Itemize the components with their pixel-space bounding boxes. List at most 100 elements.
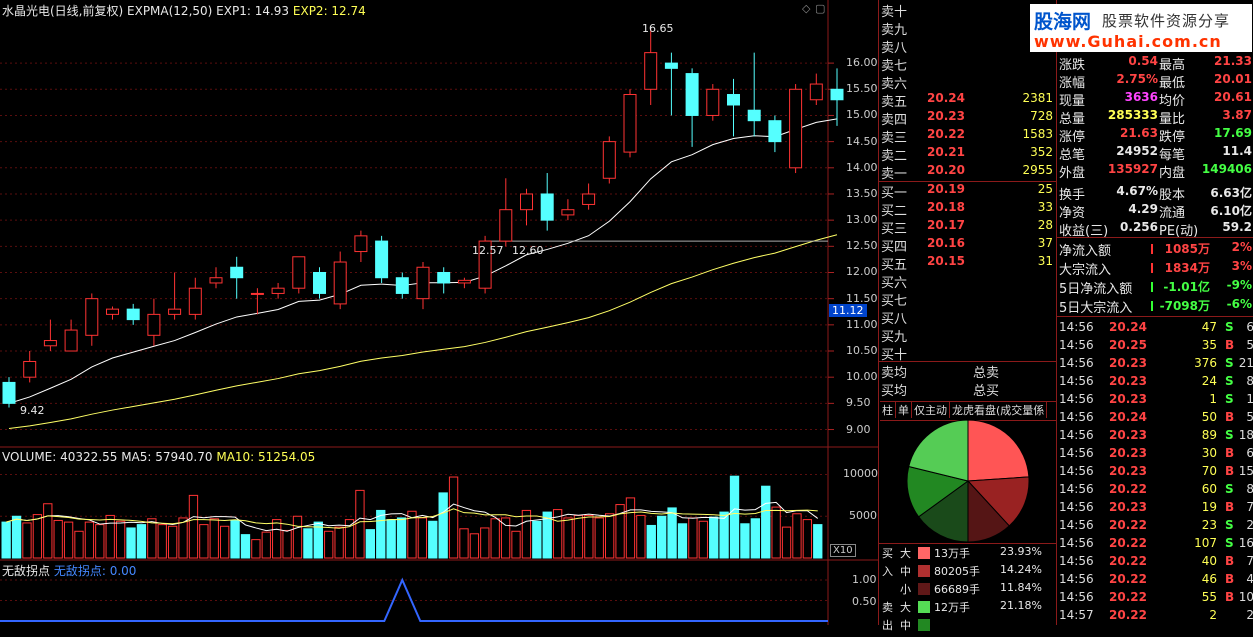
volume-bar-down: [136, 524, 147, 559]
candle-down: [540, 193, 554, 221]
sells-label: 卖三: [881, 131, 908, 146]
buys-row: 买二 20.18 33: [881, 200, 1055, 219]
tick-row[interactable]: 14:56 20.23 1 S 1: [1059, 392, 1253, 410]
tick-time: 14:56: [1059, 554, 1094, 568]
volume-bar-up: [272, 519, 282, 559]
sells-row: 卖五 20.24 2381: [881, 91, 1055, 110]
buys-price: 20.17: [927, 218, 965, 232]
tick-time: 14:57: [1059, 608, 1094, 622]
volume-bar-up: [63, 521, 74, 559]
volume-bar-up: [43, 503, 53, 559]
tick-row[interactable]: 14:56 20.24 47 S 6: [1059, 320, 1253, 338]
candle-up: [809, 83, 823, 101]
tick-row[interactable]: 14:56 20.24 50 B 5: [1059, 410, 1253, 428]
tick-count: 4: [1246, 572, 1253, 586]
flow-swatch: [918, 619, 930, 631]
pie-slice: [967, 419, 1030, 482]
site-logo[interactable]: 股海网 股票软件资源分享 www.Guhai.com.cn: [1030, 4, 1252, 52]
flow-side: 出: [882, 619, 893, 632]
tick-row[interactable]: 14:56 20.23 70 B 15: [1059, 464, 1253, 482]
tab-active-only[interactable]: 仅主动: [912, 402, 950, 418]
total-buy-label: 总买: [973, 384, 1000, 399]
candle-down: [375, 240, 389, 279]
sells-row: 卖二 20.21 352: [881, 145, 1055, 164]
tick-volume: 89: [1201, 428, 1217, 442]
price-tick-label: 9.00: [846, 422, 871, 436]
volume-bar-up: [74, 530, 84, 559]
tick-side: B: [1225, 338, 1235, 352]
flow-size: 中: [900, 565, 911, 578]
quote-panel: 涨跌 0.54 最高 21.33 涨幅 2.75% 最低 20.01 现量 3636 均价 20.61…: [1056, 0, 1253, 625]
quote-value: 135927: [1107, 162, 1158, 176]
volume-bar-down: [740, 523, 750, 559]
quote-label: 涨跌: [1059, 58, 1086, 73]
candle-up: [188, 287, 202, 315]
price-tick-label: 11.00: [846, 317, 878, 331]
volume-bar-down: [761, 485, 771, 559]
vol-tick-10000: 10000: [843, 467, 878, 480]
tick-price: 20.23: [1109, 446, 1147, 460]
tick-time: 14:56: [1059, 338, 1094, 352]
sells-row: 卖十: [881, 1, 1055, 20]
tick-count: 6: [1246, 320, 1253, 334]
tick-count: 2: [1246, 518, 1253, 532]
volume-unit-badge[interactable]: X10: [830, 544, 856, 557]
tick-row[interactable]: 14:56 20.22 46 B 4: [1059, 572, 1253, 590]
tick-price: 20.23: [1109, 500, 1147, 514]
settings-icon[interactable]: ◇: [802, 2, 810, 15]
tick-volume: 46: [1201, 572, 1217, 586]
tick-row[interactable]: 14:56 20.23 89 S 18: [1059, 428, 1253, 446]
tab-bar[interactable]: 柱: [880, 402, 896, 418]
tick-row[interactable]: 14:56 20.22 55 B 10: [1059, 590, 1253, 608]
tick-row[interactable]: 14:56 20.22 107 S 16: [1059, 536, 1253, 554]
flow-volume: 80205手: [934, 565, 980, 578]
tick-row[interactable]: 14:56 20.22 40 B 7: [1059, 554, 1253, 572]
price-chart[interactable]: [0, 0, 878, 625]
sells-label: 卖九: [881, 23, 908, 38]
volume-bar-up: [84, 521, 95, 559]
tick-row[interactable]: 14:56 20.23 19 B 7: [1059, 500, 1253, 518]
sells-row: 卖六: [881, 73, 1055, 92]
tick-side: S: [1225, 518, 1234, 532]
price-tick-label: 11.50: [846, 291, 878, 305]
buys-price: 20.15: [927, 254, 965, 268]
tab-dragon-tiger[interactable]: 龙虎看盘(成交量係: [950, 402, 1048, 418]
tick-row[interactable]: 14:56 20.25 35 B 5: [1059, 338, 1253, 356]
tick-row[interactable]: 14:56 20.23 376 S 21: [1059, 356, 1253, 374]
volume-bar-up: [459, 528, 469, 559]
tick-volume: 50: [1201, 410, 1217, 424]
tick-row[interactable]: 14:56 20.22 60 S 8: [1059, 482, 1253, 500]
buys-label: 买四: [881, 240, 908, 255]
tick-time: 14:56: [1059, 464, 1094, 478]
expand-icon[interactable]: ▢: [815, 2, 825, 15]
candle-up: [43, 340, 57, 347]
tick-row[interactable]: 14:56 20.23 30 B 6: [1059, 446, 1253, 464]
tick-row[interactable]: 14:56 20.22 23 S 2: [1059, 518, 1253, 536]
volume-bar-up: [147, 518, 157, 559]
volume-bar-up: [500, 517, 511, 559]
tick-time: 14:56: [1059, 428, 1094, 442]
candle-down: [313, 271, 326, 294]
tab-single[interactable]: 单: [896, 402, 912, 418]
volume-bar-down: [1, 521, 11, 559]
tick-row[interactable]: 14:57 20.22 2 2: [1059, 608, 1253, 626]
flow-row: 出中: [880, 617, 1056, 637]
volume-bar-down: [428, 520, 438, 559]
tick-side: S: [1225, 482, 1234, 496]
flow-percent: 11.84%: [1000, 581, 1042, 594]
candle-up: [457, 279, 471, 284]
indicator-line: [0, 577, 828, 622]
volume-bar-down: [532, 520, 542, 559]
chart-area[interactable]: 水晶光电(日线,前复权) EXPMA(12,50) EXP1: 14.93 EX…: [0, 0, 878, 625]
quote-divider-2: [1057, 316, 1253, 317]
buys-label: 买一: [881, 186, 908, 201]
quote-label: 最低: [1159, 76, 1186, 91]
flow-size: 大: [900, 601, 911, 614]
candle-down: [664, 62, 678, 69]
volume-bar-up: [802, 519, 813, 559]
quote-label: 量比: [1159, 112, 1186, 127]
tick-row[interactable]: 14:56 20.23 24 S 8: [1059, 374, 1253, 392]
buys-row: 买十: [881, 344, 1055, 363]
flow-swatch: [918, 601, 930, 613]
tick-count: 2: [1246, 608, 1253, 622]
